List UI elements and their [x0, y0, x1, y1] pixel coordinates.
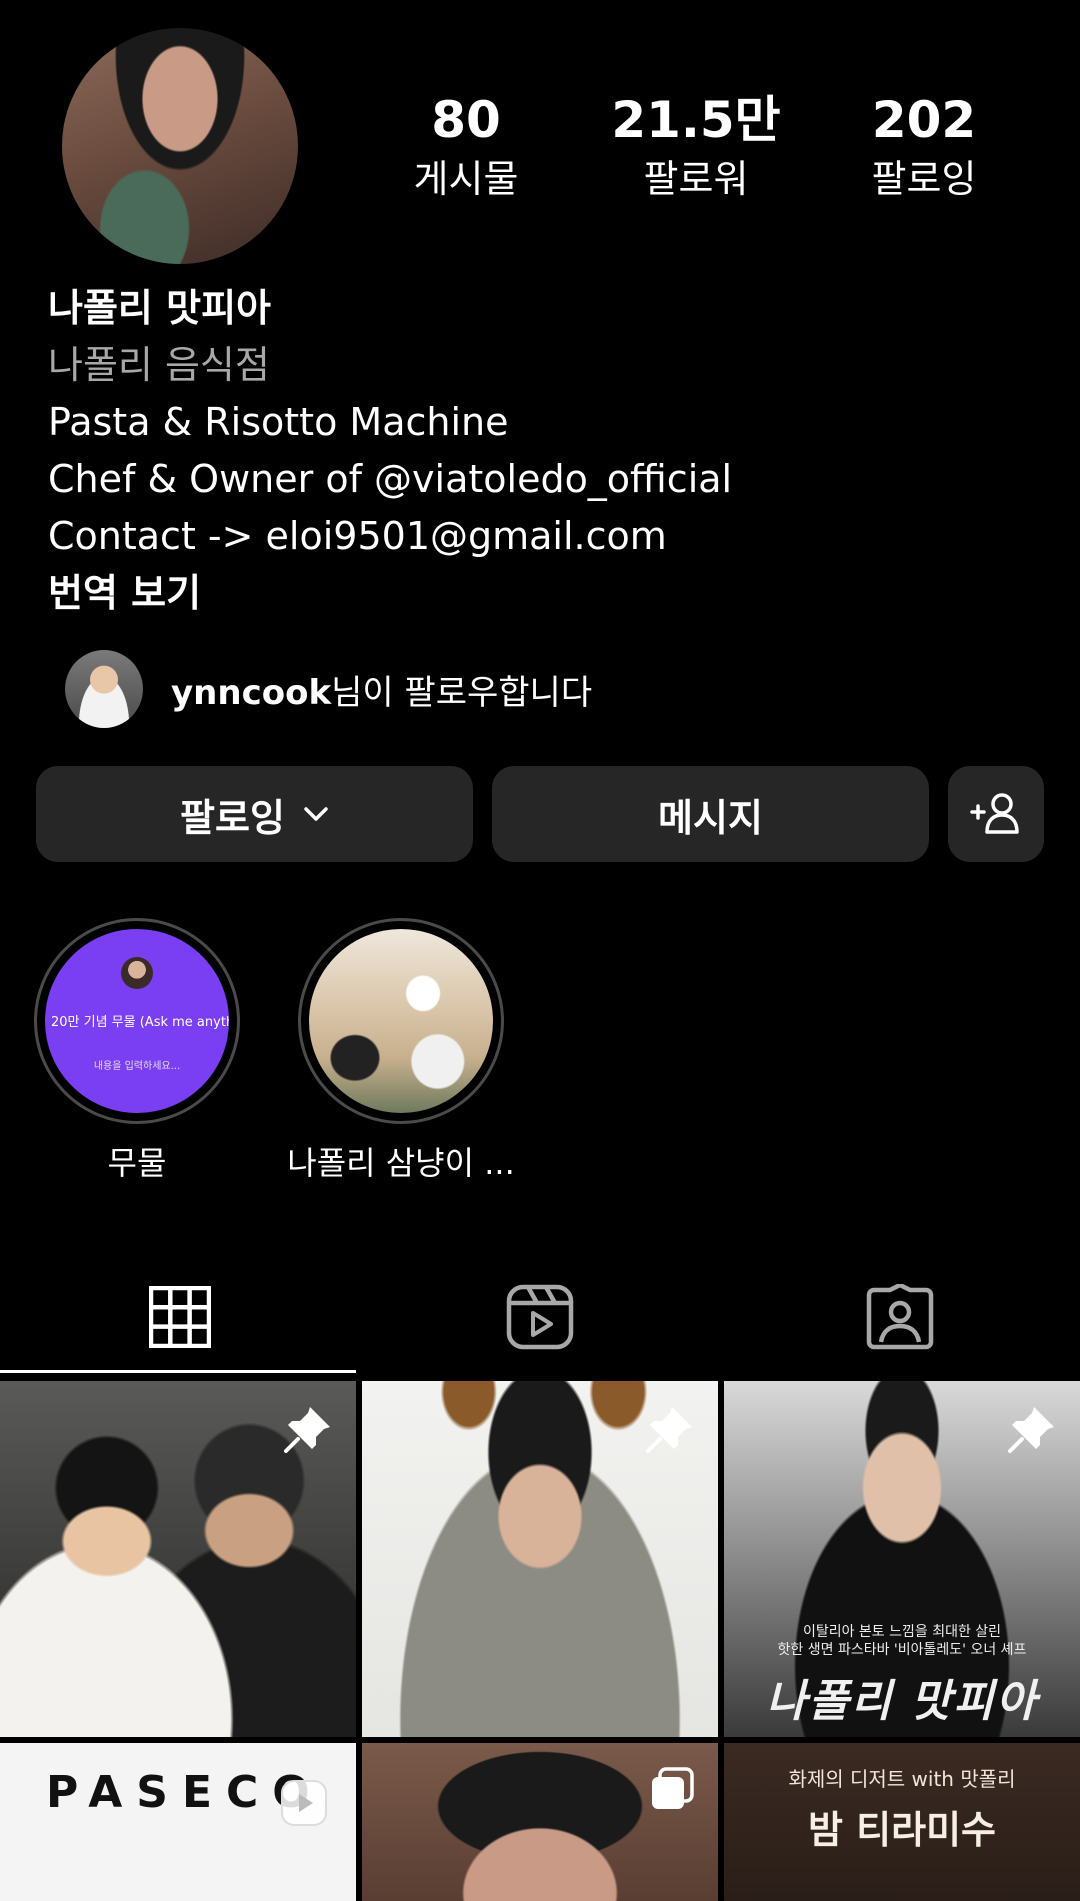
- post-tile[interactable]: 이탈리아 본토 느낌을 최대한 살린 핫한 생면 파스타바 '비아톨레도' 오너…: [724, 1381, 1080, 1737]
- carousel-icon: [652, 1767, 694, 1809]
- posts-label: 게시물: [413, 157, 519, 201]
- highlight-avatar: [121, 957, 153, 989]
- following-count: 202: [871, 91, 977, 149]
- highlight-item[interactable]: 20만 기념 무물 (Ask me anything) 내용을 입력하세요...…: [34, 918, 240, 1184]
- tab-tagged[interactable]: [720, 1262, 1080, 1372]
- bio: 나폴리 맛피아 나폴리 음식점 Pasta & Risotto Machine …: [48, 280, 1048, 622]
- followers-label: 팔로워: [643, 157, 749, 201]
- highlight-item[interactable]: 나폴리 삼냥이 ...: [287, 918, 515, 1184]
- profile-page: 80 게시물 21.5만 팔로워 202 팔로잉 나폴리 맛피아 나폴리 음식점…: [0, 0, 1080, 1901]
- profile-name: 나폴리 맛피아: [48, 286, 271, 330]
- selected-tab-indicator: [0, 1370, 356, 1373]
- tagged-icon: [866, 1284, 934, 1350]
- highlight-cover-sub: 내용을 입력하세요...: [93, 1061, 181, 1072]
- message-button[interactable]: 메시지: [492, 766, 929, 862]
- tab-posts[interactable]: [0, 1262, 360, 1372]
- highlight-label: 무물: [107, 1144, 167, 1182]
- following-button-label: 팔로잉: [180, 795, 285, 840]
- post-tile[interactable]: 화제의 디저트 with 맛폴리 밤 티라미수: [724, 1743, 1080, 1901]
- highlight-label: 나폴리 삼냥이 ...: [287, 1144, 515, 1182]
- following-label: 팔로잉: [871, 157, 977, 201]
- highlight-cover: [309, 929, 493, 1113]
- tab-reels[interactable]: [360, 1262, 720, 1372]
- post-overlay-line: 이탈리아 본토 느낌을 최대한 살린: [802, 1624, 1002, 1640]
- bio-line-mention[interactable]: Chef & Owner of @viatoledo_official: [48, 451, 1048, 508]
- pin-icon: [1008, 1407, 1054, 1453]
- highlight-cover: 20만 기념 무물 (Ask me anything) 내용을 입력하세요...: [45, 929, 229, 1113]
- followers-count: 21.5만: [611, 91, 781, 149]
- translate-link[interactable]: 번역 보기: [48, 565, 1048, 622]
- post-overlay-line: 핫한 생면 파스타바 '비아톨레도' 오너 셰프: [777, 1642, 1027, 1658]
- stat-following[interactable]: 202 팔로잉: [824, 90, 1024, 204]
- highlight-cover-title: 20만 기념 무물 (Ask me anything): [51, 1015, 229, 1030]
- bio-line: Pasta & Risotto Machine: [48, 400, 509, 444]
- posts-count: 80: [431, 91, 501, 149]
- post-big-title: 밤 티라미수: [807, 1807, 997, 1852]
- stat-posts[interactable]: 80 게시물: [366, 90, 566, 204]
- grid-icon: [149, 1286, 211, 1348]
- following-button[interactable]: 팔로잉: [36, 766, 473, 862]
- pin-icon: [284, 1407, 330, 1453]
- profile-category[interactable]: 나폴리 음식점: [48, 337, 1048, 394]
- pin-icon: [646, 1407, 692, 1453]
- reels-badge-icon: [281, 1780, 327, 1826]
- chevron-down-icon: [303, 806, 329, 822]
- post-tile[interactable]: PASECO: [0, 1743, 356, 1901]
- post-overlay-text: 이탈리아 본토 느낌을 최대한 살린 핫한 생면 파스타바 '비아톨레도' 오너…: [724, 1623, 1080, 1659]
- post-big-title: 나폴리 맛피아: [765, 1676, 1039, 1727]
- follower-avatar: [65, 650, 143, 728]
- reels-icon: [506, 1284, 574, 1350]
- add-user-icon: [970, 793, 1019, 834]
- stat-followers[interactable]: 21.5만 팔로워: [596, 90, 796, 204]
- bio-line-contact[interactable]: Contact -> eloi9501@gmail.com: [48, 508, 1048, 565]
- post-tile[interactable]: [362, 1381, 718, 1737]
- followed-by[interactable]: ynncook님이 팔로우합니다: [65, 650, 592, 728]
- followed-by-suffix: 님이 팔로우합니다: [331, 672, 593, 713]
- post-tile[interactable]: [0, 1381, 356, 1737]
- profile-avatar[interactable]: [62, 28, 298, 264]
- post-overlay-line: 화제의 디저트 with 맛폴리: [788, 1767, 1016, 1791]
- follower-username: ynncook: [171, 672, 332, 713]
- highlight-ring: 20만 기념 무물 (Ask me anything) 내용을 입력하세요...: [34, 918, 240, 1124]
- followed-by-text: ynncook님이 팔로우합니다: [171, 665, 592, 714]
- post-tile[interactable]: [362, 1743, 718, 1901]
- add-user-button[interactable]: [948, 766, 1044, 862]
- message-button-label: 메시지: [658, 795, 763, 840]
- highlight-ring: [298, 918, 504, 1124]
